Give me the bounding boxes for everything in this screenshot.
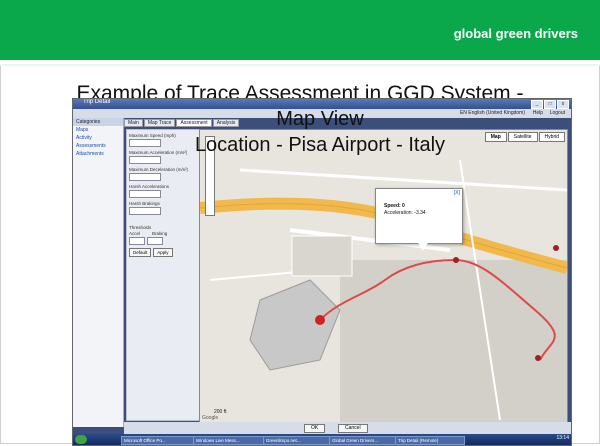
map-logo: Google bbox=[202, 415, 219, 421]
header-bar: global green drivers bbox=[0, 0, 600, 60]
trip-end-marker[interactable] bbox=[535, 355, 541, 361]
clock: 13:14 bbox=[556, 435, 569, 441]
popup-acceleration: Acceleration: -3.34 bbox=[384, 210, 426, 216]
harsh-accel-label: Harsh Accelerations bbox=[129, 184, 170, 189]
harsh-brake-label: Harsh Brakings bbox=[129, 201, 160, 206]
slide-subtitle: Location - Pisa Airport - Italy bbox=[194, 134, 446, 156]
logout-link[interactable]: Logout bbox=[550, 110, 565, 116]
popup-tail bbox=[417, 241, 429, 251]
dialog-buttons: OK Cancel bbox=[124, 422, 571, 434]
assessment-form: Maximum Speed (mph) Maximum Acceleration… bbox=[126, 129, 200, 421]
thresholds-label: Thresholds bbox=[129, 225, 152, 230]
categories-sidebar: Categories Maps Activity Assessments Att… bbox=[73, 118, 124, 427]
accel-threshold-input[interactable] bbox=[129, 237, 145, 245]
threshold-header-row: Accel Braking bbox=[129, 231, 197, 236]
braking-threshold-label: Braking bbox=[152, 231, 168, 236]
header-divider-shade bbox=[0, 64, 600, 66]
close-button[interactable]: x bbox=[557, 100, 569, 109]
accel-threshold-label: Accel bbox=[129, 231, 141, 236]
start-button[interactable] bbox=[75, 435, 87, 444]
ok-button[interactable]: OK bbox=[304, 424, 326, 433]
trace-point-marker-east[interactable] bbox=[553, 245, 559, 251]
map-canvas[interactable] bbox=[200, 130, 567, 423]
harsh-brake-input[interactable] bbox=[129, 207, 161, 215]
popup-close-icon[interactable]: [X] bbox=[454, 190, 460, 196]
max-decel-label: Maximum Deceleration (m/s²) bbox=[129, 167, 189, 172]
airfield-area bbox=[340, 260, 567, 423]
info-popup: [X] Speed: 0 Acceleration: -3.34 bbox=[375, 188, 463, 244]
default-button[interactable]: Default bbox=[129, 248, 152, 257]
braking-threshold-input[interactable] bbox=[147, 237, 163, 245]
parking-block bbox=[291, 235, 353, 277]
taskbar: Microsoft Office Po... Windows Live Mess… bbox=[73, 434, 571, 445]
window-title: Trip Detail bbox=[83, 99, 111, 105]
form-buttons: Default Apply bbox=[129, 248, 197, 257]
trace-point-marker[interactable] bbox=[453, 257, 459, 263]
cancel-button[interactable]: Cancel bbox=[338, 424, 368, 433]
threshold-input-row bbox=[129, 237, 197, 245]
popup-speed: Speed: 0 bbox=[384, 203, 405, 209]
trip-start-marker[interactable] bbox=[315, 315, 325, 325]
slide-title-line2: Map View bbox=[276, 108, 364, 130]
max-accel-input[interactable] bbox=[129, 156, 161, 164]
max-decel-input[interactable] bbox=[129, 173, 161, 181]
apply-button[interactable]: Apply bbox=[153, 248, 173, 257]
map-view[interactable]: Map Satellite Hybrid [X] Speed: 0 Accele… bbox=[199, 129, 568, 424]
brand-name: global green drivers bbox=[453, 26, 578, 41]
harsh-accel-input[interactable] bbox=[129, 190, 161, 198]
